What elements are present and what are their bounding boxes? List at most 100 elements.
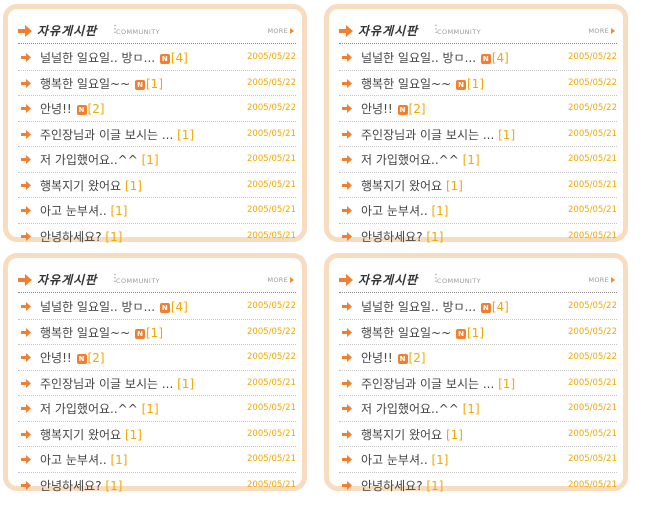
post-subject-link[interactable]: 주인장님과 이글 보시는 ... [1] xyxy=(361,375,515,392)
list-item[interactable]: 행복한 일요일~~ N [1] 2005/05/22 xyxy=(339,320,617,345)
post-subject-link[interactable]: 저 가입했어요..^^ [1] xyxy=(361,400,480,417)
post-subject[interactable]: 안녕!! xyxy=(40,102,72,116)
post-subject-link[interactable]: 안녕하세요? [1] xyxy=(361,228,443,245)
post-subject-link[interactable]: 행복지기 왔어요 [1] xyxy=(361,426,463,443)
post-subject-link[interactable]: 행복한 일요일~~ N [1] xyxy=(40,75,163,92)
post-subject-link[interactable]: 저 가입했어요..^^ [1] xyxy=(40,151,159,168)
list-item[interactable]: 주인장님과 이글 보시는 ... [1] 2005/05/21 xyxy=(18,122,296,147)
more-link[interactable]: MORE xyxy=(267,276,294,284)
post-subject[interactable]: 저 가입했어요..^^ xyxy=(361,153,459,167)
list-item[interactable]: 주인장님과 이글 보시는 ... [1] 2005/05/21 xyxy=(18,371,296,396)
post-subject-link[interactable]: 주인장님과 이글 보시는 ... [1] xyxy=(40,375,194,392)
post-subject[interactable]: 널널한 일요일.. 방ㅁ... xyxy=(40,51,155,65)
list-item[interactable]: 아고 눈부셔.. [1] 2005/05/21 xyxy=(18,447,296,473)
post-subject-link[interactable]: 행복지기 왔어요 [1] xyxy=(40,177,142,194)
post-subject-link[interactable]: 아고 눈부셔.. [1] xyxy=(40,451,127,468)
list-item[interactable]: 행복지기 왔어요 [1] 2005/05/21 xyxy=(18,422,296,447)
post-subject[interactable]: 안녕하세요? xyxy=(40,479,102,493)
post-subject[interactable]: 주인장님과 이글 보시는 ... xyxy=(40,377,173,391)
post-subject[interactable]: 행복지기 왔어요 xyxy=(361,428,442,442)
list-item[interactable]: 널널한 일요일.. 방ㅁ... N [4] 2005/05/22 xyxy=(339,294,617,320)
post-subject[interactable]: 저 가입했어요..^^ xyxy=(361,402,459,416)
list-item[interactable]: 안녕하세요? [1] 2005/05/21 xyxy=(339,224,617,249)
post-subject[interactable]: 아고 눈부셔.. xyxy=(40,204,107,218)
post-subject-link[interactable]: 널널한 일요일.. 방ㅁ... N [4] xyxy=(40,49,188,66)
list-item[interactable]: 안녕!! N [2] 2005/05/22 xyxy=(339,345,617,371)
post-subject[interactable]: 아고 눈부셔.. xyxy=(361,453,428,467)
post-subject[interactable]: 안녕!! xyxy=(361,102,393,116)
post-subject[interactable]: 저 가입했어요..^^ xyxy=(40,153,138,167)
list-item[interactable]: 행복한 일요일~~ N [1] 2005/05/22 xyxy=(18,320,296,345)
post-subject[interactable]: 행복지기 왔어요 xyxy=(40,179,121,193)
list-item[interactable]: 널널한 일요일.. 방ㅁ... N [4] 2005/05/22 xyxy=(18,45,296,71)
post-subject-link[interactable]: 안녕하세요? [1] xyxy=(361,477,443,494)
list-item[interactable]: 널널한 일요일.. 방ㅁ... N [4] 2005/05/22 xyxy=(18,294,296,320)
post-subject-link[interactable]: 널널한 일요일.. 방ㅁ... N [4] xyxy=(361,49,509,66)
post-subject-link[interactable]: 주인장님과 이글 보시는 ... [1] xyxy=(361,126,515,143)
list-item[interactable]: 안녕!! N [2] 2005/05/22 xyxy=(18,345,296,371)
post-subject[interactable]: 안녕하세요? xyxy=(40,230,102,244)
list-item[interactable]: 행복지기 왔어요 [1] 2005/05/21 xyxy=(339,173,617,198)
post-subject-link[interactable]: 행복지기 왔어요 [1] xyxy=(361,177,463,194)
list-item[interactable]: 행복한 일요일~~ N [1] 2005/05/22 xyxy=(339,71,617,96)
list-item[interactable]: 저 가입했어요..^^ [1] 2005/05/21 xyxy=(339,396,617,422)
list-item[interactable]: 안녕하세요? [1] 2005/05/21 xyxy=(339,473,617,498)
post-subject[interactable]: 저 가입했어요..^^ xyxy=(40,402,138,416)
post-subject[interactable]: 널널한 일요일.. 방ㅁ... xyxy=(40,300,155,314)
list-item[interactable]: 아고 눈부셔.. [1] 2005/05/21 xyxy=(18,198,296,224)
post-subject-link[interactable]: 안녕!! N [2] xyxy=(361,349,426,366)
list-item[interactable]: 주인장님과 이글 보시는 ... [1] 2005/05/21 xyxy=(339,122,617,147)
list-item[interactable]: 행복지기 왔어요 [1] 2005/05/21 xyxy=(339,422,617,447)
post-subject-link[interactable]: 안녕하세요? [1] xyxy=(40,477,122,494)
post-subject-link[interactable]: 행복한 일요일~~ N [1] xyxy=(361,75,484,92)
post-subject-link[interactable]: 널널한 일요일.. 방ㅁ... N [4] xyxy=(40,298,188,315)
post-subject-link[interactable]: 행복한 일요일~~ N [1] xyxy=(361,324,484,341)
list-item[interactable]: 저 가입했어요..^^ [1] 2005/05/21 xyxy=(339,147,617,173)
list-item[interactable]: 행복한 일요일~~ N [1] 2005/05/22 xyxy=(18,71,296,96)
post-subject[interactable]: 행복지기 왔어요 xyxy=(361,179,442,193)
list-item[interactable]: 저 가입했어요..^^ [1] 2005/05/21 xyxy=(18,396,296,422)
post-subject[interactable]: 안녕!! xyxy=(361,351,393,365)
post-subject[interactable]: 주인장님과 이글 보시는 ... xyxy=(40,128,173,142)
post-subject[interactable]: 행복한 일요일~~ xyxy=(40,326,130,340)
post-subject[interactable]: 주인장님과 이글 보시는 ... xyxy=(361,128,494,142)
more-link[interactable]: MORE xyxy=(588,276,615,284)
post-subject-link[interactable]: 아고 눈부셔.. [1] xyxy=(361,202,448,219)
post-subject[interactable]: 널널한 일요일.. 방ㅁ... xyxy=(361,300,476,314)
post-subject-link[interactable]: 주인장님과 이글 보시는 ... [1] xyxy=(40,126,194,143)
post-subject[interactable]: 안녕하세요? xyxy=(361,479,423,493)
post-subject-link[interactable]: 행복지기 왔어요 [1] xyxy=(40,426,142,443)
list-item[interactable]: 행복지기 왔어요 [1] 2005/05/21 xyxy=(18,173,296,198)
list-item[interactable]: 안녕하세요? [1] 2005/05/21 xyxy=(18,473,296,498)
post-subject[interactable]: 아고 눈부셔.. xyxy=(361,204,428,218)
list-item[interactable]: 안녕하세요? [1] 2005/05/21 xyxy=(18,224,296,249)
post-subject-link[interactable]: 아고 눈부셔.. [1] xyxy=(361,451,448,468)
post-subject[interactable]: 행복한 일요일~~ xyxy=(361,326,451,340)
list-item[interactable]: 아고 눈부셔.. [1] 2005/05/21 xyxy=(339,198,617,224)
post-subject[interactable]: 행복한 일요일~~ xyxy=(40,77,130,91)
post-subject-link[interactable]: 안녕!! N [2] xyxy=(40,349,105,366)
post-subject[interactable]: 아고 눈부셔.. xyxy=(40,453,107,467)
post-subject-link[interactable]: 아고 눈부셔.. [1] xyxy=(40,202,127,219)
post-subject[interactable]: 안녕하세요? xyxy=(361,230,423,244)
list-item[interactable]: 아고 눈부셔.. [1] 2005/05/21 xyxy=(339,447,617,473)
list-item[interactable]: 널널한 일요일.. 방ㅁ... N [4] 2005/05/22 xyxy=(339,45,617,71)
post-subject[interactable]: 행복한 일요일~~ xyxy=(361,77,451,91)
list-item[interactable]: 주인장님과 이글 보시는 ... [1] 2005/05/21 xyxy=(339,371,617,396)
post-subject[interactable]: 주인장님과 이글 보시는 ... xyxy=(361,377,494,391)
post-subject-link[interactable]: 안녕!! N [2] xyxy=(361,100,426,117)
post-subject[interactable]: 행복지기 왔어요 xyxy=(40,428,121,442)
more-link[interactable]: MORE xyxy=(588,27,615,35)
post-subject-link[interactable]: 안녕!! N [2] xyxy=(40,100,105,117)
post-subject-link[interactable]: 널널한 일요일.. 방ㅁ... N [4] xyxy=(361,298,509,315)
post-subject[interactable]: 널널한 일요일.. 방ㅁ... xyxy=(361,51,476,65)
post-subject-link[interactable]: 저 가입했어요..^^ [1] xyxy=(40,400,159,417)
more-link[interactable]: MORE xyxy=(267,27,294,35)
list-item[interactable]: 안녕!! N [2] 2005/05/22 xyxy=(18,96,296,122)
post-subject-link[interactable]: 행복한 일요일~~ N [1] xyxy=(40,324,163,341)
post-subject[interactable]: 안녕!! xyxy=(40,351,72,365)
post-subject-link[interactable]: 저 가입했어요..^^ [1] xyxy=(361,151,480,168)
list-item[interactable]: 안녕!! N [2] 2005/05/22 xyxy=(339,96,617,122)
post-subject-link[interactable]: 안녕하세요? [1] xyxy=(40,228,122,245)
list-item[interactable]: 저 가입했어요..^^ [1] 2005/05/21 xyxy=(18,147,296,173)
